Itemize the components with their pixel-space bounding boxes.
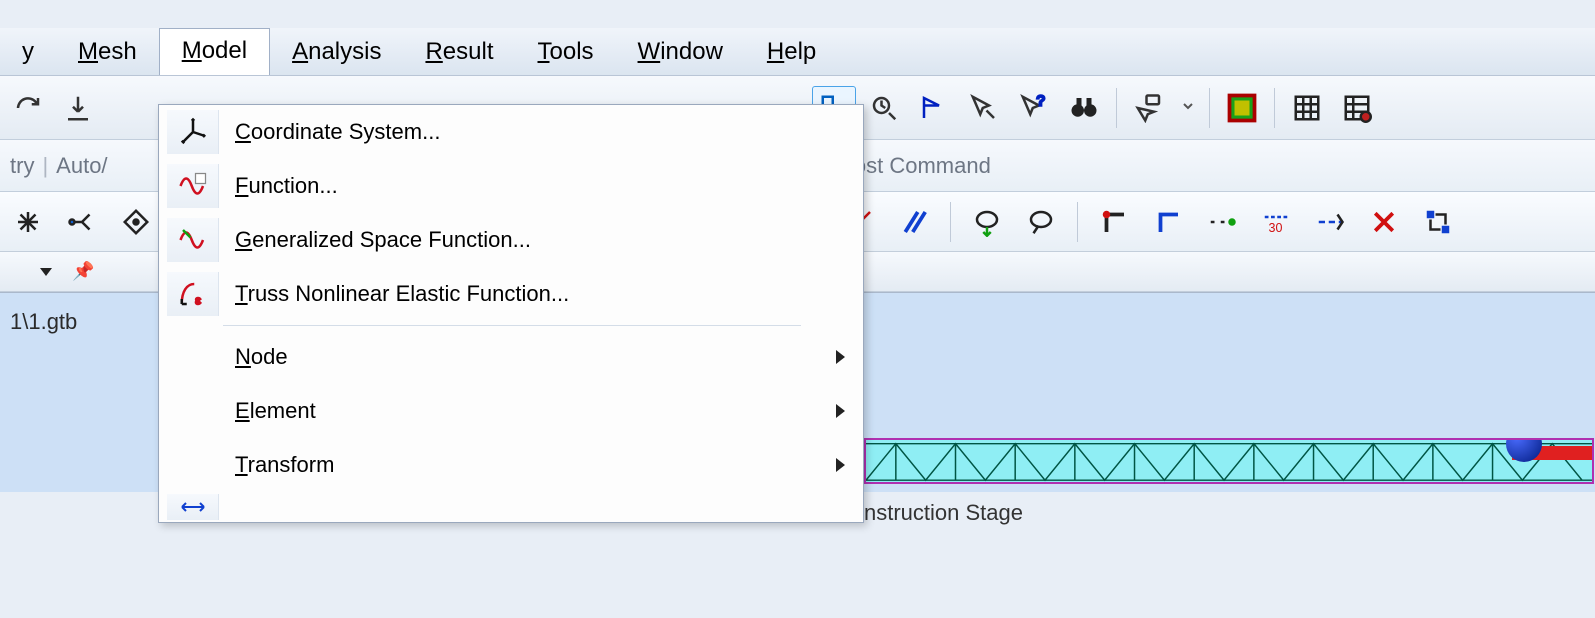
menu-function[interactable]: Function... xyxy=(159,159,863,213)
svg-text:?: ? xyxy=(1037,93,1045,110)
branch-icon[interactable] xyxy=(60,200,104,244)
dash-blue-icon[interactable] xyxy=(1308,200,1352,244)
menu-partial-y-text: y xyxy=(22,38,34,65)
toolbar-separator-3 xyxy=(1274,88,1275,128)
submenu-arrow-icon-2 xyxy=(836,404,845,418)
menu-transform[interactable]: Transform xyxy=(159,438,863,492)
sep2 xyxy=(1077,202,1078,242)
viewport-area: nstruction Stage xyxy=(864,438,1594,618)
partial-icon xyxy=(167,494,219,520)
wave-green-icon xyxy=(167,218,219,262)
swap-nodes-icon[interactable] xyxy=(1416,200,1460,244)
redo-icon[interactable] xyxy=(6,86,50,130)
construction-stage-label: nstruction Stage xyxy=(864,500,1594,526)
grid-snap-icon[interactable] xyxy=(1335,86,1379,130)
menu-coordinate-system[interactable]: Coordinate System... xyxy=(159,105,863,159)
binoculars-icon[interactable] xyxy=(1062,86,1106,130)
menu-tools[interactable]: Tools xyxy=(516,32,616,72)
menu-window[interactable]: Window xyxy=(616,32,745,72)
menu-mesh[interactable]: Mesh xyxy=(56,32,159,72)
curve-eps-icon: ε xyxy=(167,272,219,316)
menu-model[interactable]: Model xyxy=(159,28,270,75)
menu-result[interactable]: Result xyxy=(403,32,515,72)
menu-help[interactable]: Help xyxy=(745,32,838,72)
parallel-lines-icon[interactable] xyxy=(892,200,936,244)
download-icon[interactable] xyxy=(56,86,100,130)
sep xyxy=(950,202,951,242)
blank-icon xyxy=(167,335,219,379)
tab-try[interactable]: try xyxy=(6,153,38,179)
diamond-node-icon[interactable] xyxy=(114,200,158,244)
intersect-icon[interactable] xyxy=(6,200,50,244)
svg-text:ε: ε xyxy=(195,295,200,307)
submenu-arrow-icon-3 xyxy=(836,458,845,472)
truss-graphic xyxy=(864,438,1594,484)
cursor-move-icon[interactable] xyxy=(962,86,1006,130)
toolbar-separator-2 xyxy=(1209,88,1210,128)
menubar: y Mesh Model Analysis Result Tools Windo… xyxy=(0,28,1595,76)
grid-icon[interactable] xyxy=(1285,86,1329,130)
menu-more[interactable] xyxy=(159,492,863,522)
flag-select-icon[interactable] xyxy=(912,86,956,130)
axes-icon xyxy=(167,110,219,154)
tab-auto[interactable]: Auto/ xyxy=(52,153,111,179)
wave-red-icon xyxy=(167,164,219,208)
dash-node-icon[interactable] xyxy=(1200,200,1244,244)
blank-icon-2 xyxy=(167,389,219,433)
x-red-icon[interactable] xyxy=(1362,200,1406,244)
svg-text:30: 30 xyxy=(1269,221,1283,235)
menu-truss-nonlinear-elastic-function[interactable]: ε Truss Nonlinear Elastic Function... xyxy=(159,267,863,321)
menu-generalized-space-function[interactable]: Generalized Space Function... xyxy=(159,213,863,267)
tag-cursor-icon[interactable] xyxy=(1127,86,1171,130)
corner-tl-icon[interactable] xyxy=(1092,200,1136,244)
menu-node[interactable]: Node xyxy=(159,330,863,384)
corner-blue-icon[interactable] xyxy=(1146,200,1190,244)
pin-icon[interactable]: 📌 xyxy=(72,261,94,282)
dim-30-icon[interactable]: 30 xyxy=(1254,200,1298,244)
blank-icon-3 xyxy=(167,443,219,487)
menu-element[interactable]: Element xyxy=(159,384,863,438)
time-select-icon[interactable] xyxy=(862,86,906,130)
menu-separator xyxy=(223,325,801,326)
dropdown-toggle-icon[interactable] xyxy=(40,268,52,276)
file-item[interactable]: 1\1.gtb xyxy=(10,309,77,334)
lasso-icon[interactable] xyxy=(1019,200,1063,244)
menu-analysis[interactable]: Analysis xyxy=(270,32,403,72)
overflow-icon[interactable] xyxy=(1177,86,1199,130)
submenu-arrow-icon xyxy=(836,350,845,364)
toolbar-separator xyxy=(1116,88,1117,128)
lasso-plus-icon[interactable] xyxy=(965,200,1009,244)
menu-partial-y[interactable]: y xyxy=(0,32,56,72)
cursor-help-icon[interactable]: ? xyxy=(1012,86,1056,130)
model-menu-dropdown: Coordinate System... Function... General… xyxy=(158,104,864,523)
color-window-icon[interactable] xyxy=(1220,86,1264,130)
